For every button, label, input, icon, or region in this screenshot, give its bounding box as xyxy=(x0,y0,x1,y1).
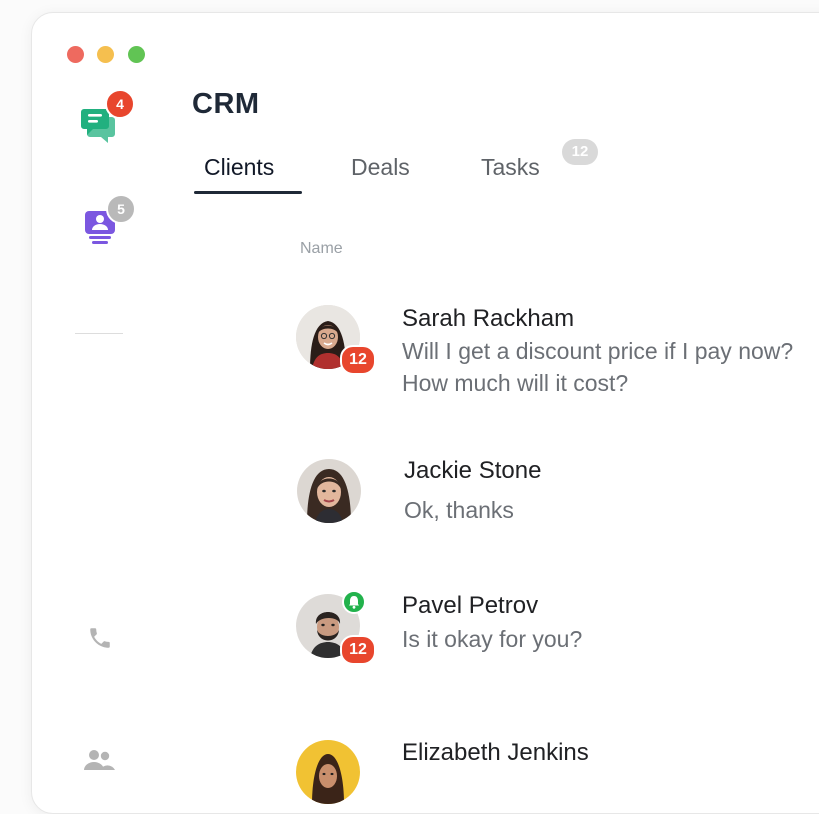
contacts-count-badge: 5 xyxy=(106,194,136,224)
last-message: Is it okay for you? xyxy=(402,626,583,652)
page-title: CRM xyxy=(192,88,260,120)
phone-icon xyxy=(90,628,110,648)
unread-count-badge: 12 xyxy=(340,635,376,665)
last-message: Ok, thanks xyxy=(404,497,514,523)
minimize-window-button[interactable] xyxy=(97,46,114,63)
unread-count-badge: 12 xyxy=(340,345,376,375)
sidebar-item-team[interactable] xyxy=(83,748,115,774)
tasks-count-badge: 12 xyxy=(562,139,598,165)
tab-deals[interactable]: Deals xyxy=(351,154,410,181)
client-name: Elizabeth Jenkins xyxy=(402,739,589,766)
tab-tasks[interactable]: Tasks xyxy=(481,154,540,181)
people-icon xyxy=(84,750,115,770)
notification-badge xyxy=(342,590,366,614)
last-message: Will I get a discount price if I pay now… xyxy=(402,338,794,396)
column-header-name: Name xyxy=(300,240,343,257)
tab-clients[interactable]: Clients xyxy=(204,154,274,181)
avatar xyxy=(297,459,361,523)
sidebar-item-calls[interactable] xyxy=(87,625,113,651)
close-window-button[interactable] xyxy=(67,46,84,63)
app-window: 4 5 CRM Clients Deals Tasks 12 Name 12 S… xyxy=(31,12,819,814)
bell-icon xyxy=(349,596,359,609)
maximize-window-button[interactable] xyxy=(128,46,145,63)
chat-unread-badge: 4 xyxy=(105,89,135,119)
client-name: Jackie Stone xyxy=(404,457,542,484)
client-name: Sarah Rackham xyxy=(402,305,575,332)
client-name: Pavel Petrov xyxy=(402,592,539,619)
sidebar-divider xyxy=(75,333,123,334)
avatar xyxy=(296,740,360,804)
active-tab-indicator xyxy=(194,191,302,194)
